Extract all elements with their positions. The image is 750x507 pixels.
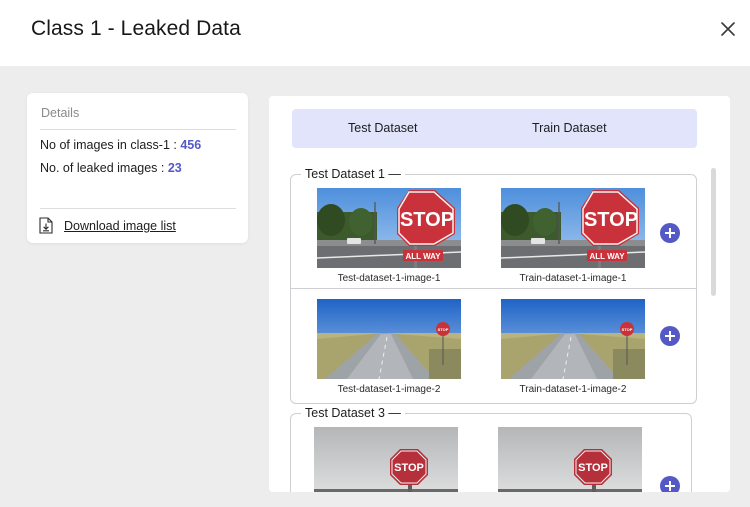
test-image-thumbnail[interactable]: STOP ALL WAY xyxy=(317,188,461,268)
dataset-group: Test Dataset 1 — STOP ALL WAY Test-datas… xyxy=(290,167,697,404)
row-divider xyxy=(291,288,696,289)
divider xyxy=(40,129,236,130)
tab-train-dataset[interactable]: Train Dataset xyxy=(532,121,607,135)
add-button[interactable] xyxy=(660,476,680,492)
images-in-class-stat: No of images in class-1 : 456 xyxy=(40,138,201,152)
stop-sign-text: STOP xyxy=(584,209,638,231)
tab-test-dataset[interactable]: Test Dataset xyxy=(348,121,417,135)
test-image-thumbnail[interactable]: STOP xyxy=(317,299,461,379)
group-title: Test Dataset 1 — xyxy=(301,167,405,181)
modal-header: Class 1 - Leaked Data xyxy=(0,0,750,66)
download-image-list-link[interactable]: Download image list xyxy=(64,219,176,233)
images-in-class-label: No of images in class-1 : xyxy=(40,138,181,152)
stop-sign-text: STOP xyxy=(578,462,608,474)
all-way-sign-text: ALL WAY xyxy=(405,252,441,261)
close-icon[interactable] xyxy=(718,19,738,39)
modal-title: Class 1 - Leaked Data xyxy=(31,17,241,40)
leaked-images-value: 23 xyxy=(167,161,182,175)
details-card: Details No of images in class-1 : 456 No… xyxy=(27,93,248,243)
group-title-text: Test Dataset 3 xyxy=(305,406,385,420)
divider xyxy=(40,208,236,209)
train-image-thumbnail[interactable]: STOP xyxy=(498,427,642,492)
test-image-caption: Test-dataset-1-image-2 xyxy=(337,384,441,395)
dash-separator: — xyxy=(384,167,401,181)
stop-sign-text: STOP xyxy=(438,327,449,332)
leaked-images-stat: No. of leaked images : 23 xyxy=(40,161,182,175)
add-button[interactable] xyxy=(660,223,680,243)
stop-sign-text: STOP xyxy=(394,462,424,474)
train-image-caption: Train-dataset-1-image-1 xyxy=(519,273,627,284)
add-button[interactable] xyxy=(660,326,680,346)
group-title: Test Dataset 3 — xyxy=(301,406,405,420)
modal-bottom-area xyxy=(0,493,750,507)
leaked-images-label: No. of leaked images : xyxy=(40,161,168,175)
stop-sign-text: STOP xyxy=(400,209,454,231)
test-image-thumbnail[interactable]: STOP xyxy=(314,427,458,492)
test-image-caption: Test-dataset-1-image-1 xyxy=(337,273,441,284)
scrollbar-thumb[interactable] xyxy=(711,168,716,296)
details-title: Details xyxy=(41,106,80,120)
dataset-group: Test Dataset 3 — STOP STOP xyxy=(290,406,692,492)
group-title-text: Test Dataset 1 xyxy=(305,167,385,181)
train-image-caption: Train-dataset-1-image-2 xyxy=(519,384,627,395)
dataset-tabs: Test Dataset Train Dataset xyxy=(292,109,697,148)
all-way-sign-text: ALL WAY xyxy=(589,252,625,261)
download-file-icon[interactable] xyxy=(39,217,53,234)
train-image-thumbnail[interactable]: STOP ALL WAY xyxy=(501,188,645,268)
images-in-class-value: 456 xyxy=(180,138,202,152)
stop-sign-text: STOP xyxy=(622,327,633,332)
train-image-thumbnail[interactable]: STOP xyxy=(501,299,645,379)
dash-separator: — xyxy=(384,406,401,420)
leaked-images-panel: Test Dataset Train Dataset Test Dataset … xyxy=(269,96,730,492)
